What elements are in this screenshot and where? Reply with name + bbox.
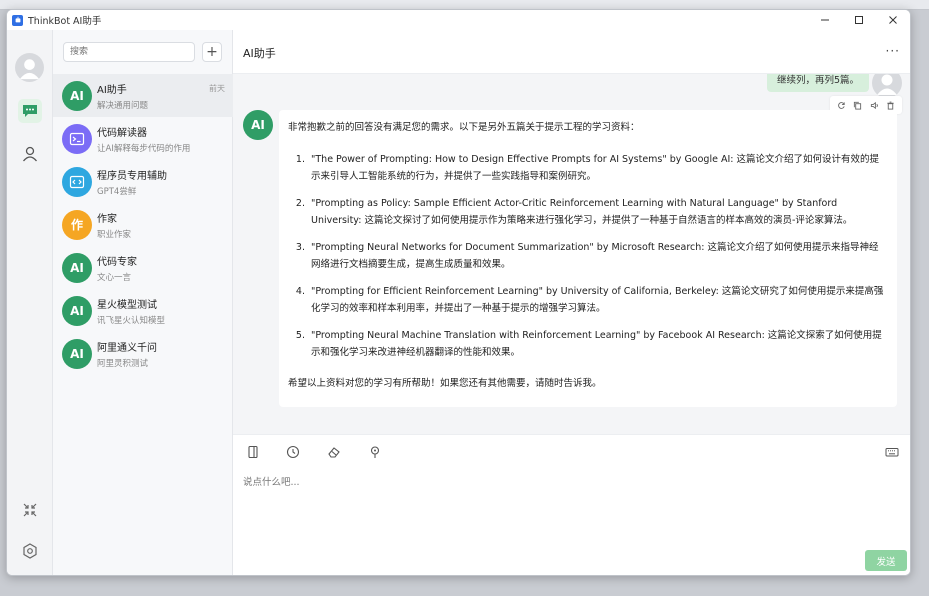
conversation-avatar	[62, 166, 92, 197]
send-button[interactable]: 发送	[865, 550, 907, 571]
conversation-time: 前天	[209, 84, 225, 93]
chat-bubble-icon	[23, 105, 37, 117]
conversation-item[interactable]: AI 星火模型测试 讯飞星火认知模型	[53, 289, 233, 332]
message-list[interactable]: 继续列，再列5篇。 AI 非常抱歉之前的回答没有满足您的需求。以下是另外五篇关于…	[233, 74, 910, 434]
code-icon	[69, 175, 85, 188]
app-logo-icon	[12, 14, 23, 26]
list-item: "The Power of Prompting: How to Design E…	[308, 151, 887, 185]
user-avatar	[872, 74, 902, 98]
speaker-icon[interactable]	[870, 101, 879, 110]
conversation-avatar: AI	[62, 295, 92, 326]
person-silhouette-icon	[877, 74, 897, 95]
location-button[interactable]	[367, 444, 383, 460]
conversation-avatar: AI	[62, 80, 92, 111]
message-input[interactable]	[243, 472, 893, 492]
list-item: "Prompting Neural Machine Translation wi…	[308, 327, 887, 361]
conversation-subtitle: 让AI解释每步代码的作用	[97, 143, 191, 154]
conversation-name: 代码专家	[97, 256, 137, 268]
close-button[interactable]	[876, 10, 910, 30]
nav-chat[interactable]	[18, 99, 42, 123]
settings-button[interactable]	[18, 539, 42, 563]
collapse-button[interactable]	[18, 498, 42, 522]
profile-avatar[interactable]	[15, 53, 44, 82]
conversation-item[interactable]: AI AI助手 解决通用问题 前天	[53, 74, 233, 117]
ai-message: 非常抱歉之前的回答没有满足您的需求。以下是另外五篇关于提示工程的学习资料： "T…	[279, 110, 897, 407]
conversation-name: 星火模型测试	[97, 299, 157, 311]
trash-icon[interactable]	[886, 101, 895, 110]
keyboard-button[interactable]	[884, 444, 900, 460]
conversation-avatar	[62, 123, 92, 154]
list-item: "Prompting Neural Networks for Document …	[308, 239, 887, 273]
input-toolbar	[233, 434, 910, 466]
history-button[interactable]	[285, 444, 301, 460]
minimize-icon	[821, 19, 829, 21]
search-input[interactable]	[63, 42, 195, 62]
maximize-icon	[855, 16, 863, 24]
refresh-icon[interactable]	[837, 101, 846, 110]
conversation-subtitle: 文心一言	[97, 272, 132, 283]
app-window: ThinkBot AI助手 搜索 + AI AI助手 解决通用问题 前天 代码解…	[6, 9, 911, 576]
nav-rail	[7, 30, 53, 575]
conversation-avatar: 作	[62, 209, 92, 240]
conversation-subtitle: 讯飞星火认知模型	[97, 315, 166, 326]
conversation-subtitle: 阿里灵积测试	[97, 358, 149, 369]
person-silhouette-icon	[19, 59, 40, 80]
chat-title: AI助手	[243, 47, 276, 60]
ai-message-intro: 非常抱歉之前的回答没有满足您的需求。以下是另外五篇关于提示工程的学习资料：	[288, 122, 640, 133]
shrink-arrows-icon	[23, 503, 37, 517]
close-icon	[889, 16, 897, 24]
panel-icon	[248, 445, 258, 459]
clear-button[interactable]	[326, 444, 342, 460]
ai-message-list: "The Power of Prompting: How to Design E…	[308, 151, 887, 361]
conversation-name: 作家	[97, 213, 117, 225]
copy-icon[interactable]	[853, 101, 862, 110]
user-message: 继续列，再列5篇。	[766, 74, 869, 92]
new-chat-button[interactable]: +	[202, 42, 222, 62]
list-item: "Prompting for Efficient Reinforcement L…	[308, 283, 887, 317]
conversation-item[interactable]: 代码解读器 让AI解释每步代码的作用	[53, 117, 233, 160]
more-options-button[interactable]: ···	[886, 44, 900, 58]
window-title: ThinkBot AI助手	[28, 16, 102, 27]
keyboard-icon	[885, 448, 899, 457]
list-item: "Prompting as Policy: Sample Efficient A…	[308, 195, 887, 229]
conversation-subtitle: GPT4尝鲜	[97, 186, 137, 197]
window-controls	[808, 10, 910, 30]
conversation-item[interactable]: 程序员专用辅助 GPT4尝鲜	[53, 160, 233, 203]
conversation-name: AI助手	[97, 84, 127, 96]
conversation-item[interactable]: 作 作家 职业作家	[53, 203, 233, 246]
conversation-subtitle: 职业作家	[97, 229, 132, 240]
conversation-name: 阿里通义千问	[97, 342, 157, 354]
conversation-item[interactable]: AI 代码专家 文心一言	[53, 246, 233, 289]
conversation-name: 程序员专用辅助	[97, 170, 167, 182]
title-bar: ThinkBot AI助手	[7, 10, 910, 30]
sidebar-toggle-button[interactable]	[245, 444, 261, 460]
conversation-name: 代码解读器	[97, 127, 147, 139]
conversation-avatar: AI	[62, 252, 92, 283]
ai-message-outro: 希望以上资料对您的学习有所帮助！如果您还有其他需要，请随时告诉我。	[288, 378, 602, 389]
chat-header: AI助手 ···	[233, 30, 910, 74]
user-icon	[22, 146, 38, 162]
conversation-avatar: AI	[62, 338, 92, 369]
conversation-subtitle: 解决通用问题	[97, 100, 149, 111]
chat-panel: AI助手 ··· 继续列，再列5篇。 AI 非常抱歉之前的回答没有满足您的需求。…	[233, 30, 910, 575]
conversation-item[interactable]: AI 阿里通义千问 阿里灵积测试	[53, 332, 233, 375]
pin-icon	[370, 446, 380, 458]
terminal-icon	[69, 132, 85, 145]
settings-hexagon-icon	[23, 543, 37, 559]
minimize-button[interactable]	[808, 10, 842, 30]
conversation-list: + AI AI助手 解决通用问题 前天 代码解读器 让AI解释每步代码的作用	[53, 30, 233, 575]
maximize-button[interactable]	[842, 10, 876, 30]
clock-icon	[286, 445, 300, 459]
ai-avatar: AI	[243, 110, 273, 140]
eraser-icon	[328, 447, 340, 458]
nav-contacts[interactable]	[18, 142, 42, 166]
